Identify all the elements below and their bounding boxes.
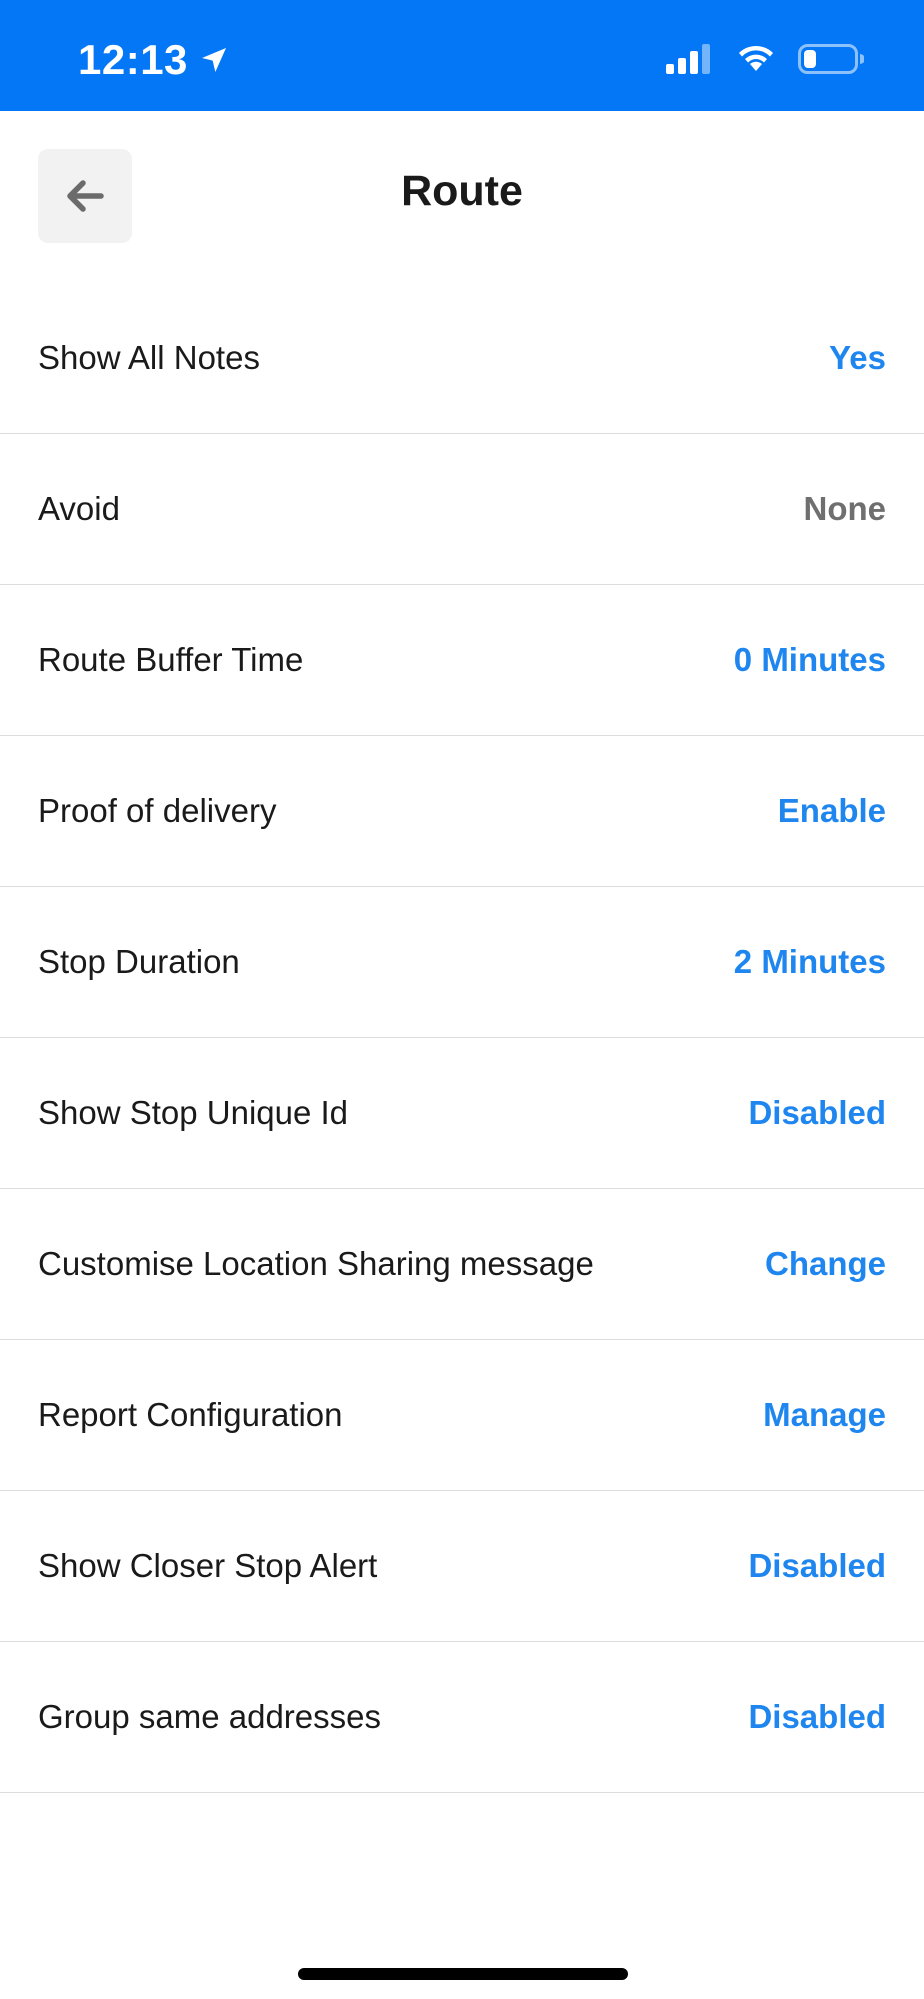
status-bar: 12:13 bbox=[0, 0, 924, 111]
setting-label: Stop Duration bbox=[38, 943, 240, 980]
setting-row-location-sharing-message[interactable]: Customise Location Sharing message Chang… bbox=[0, 1189, 924, 1340]
cellular-signal-icon bbox=[666, 44, 710, 74]
setting-label: Show Stop Unique Id bbox=[38, 1094, 349, 1131]
setting-row-report-configuration[interactable]: Report Configuration Manage bbox=[0, 1340, 924, 1491]
setting-row-show-closer-stop-alert[interactable]: Show Closer Stop Alert Disabled bbox=[0, 1491, 924, 1642]
setting-row-show-stop-unique-id[interactable]: Show Stop Unique Id Disabled bbox=[0, 1038, 924, 1189]
setting-value[interactable]: Disabled bbox=[748, 1094, 886, 1132]
setting-label: Avoid bbox=[38, 490, 120, 527]
setting-row-proof-of-delivery[interactable]: Proof of delivery Enable bbox=[0, 736, 924, 887]
status-indicators bbox=[666, 44, 864, 74]
setting-label: Route Buffer Time bbox=[38, 641, 304, 678]
page-header: Route bbox=[0, 111, 924, 283]
setting-label: Group same addresses bbox=[38, 1698, 382, 1735]
setting-value[interactable]: 0 Minutes bbox=[734, 641, 886, 679]
setting-row-stop-duration[interactable]: Stop Duration 2 Minutes bbox=[0, 887, 924, 1038]
wifi-icon bbox=[739, 45, 773, 71]
setting-label: Customise Location Sharing message bbox=[38, 1245, 594, 1282]
setting-value[interactable]: Yes bbox=[829, 339, 886, 377]
setting-value[interactable]: 2 Minutes bbox=[734, 943, 886, 981]
settings-list: Show All Notes Yes Avoid None Route Buff… bbox=[0, 283, 924, 1793]
setting-value[interactable]: Disabled bbox=[748, 1698, 886, 1736]
setting-row-route-buffer-time[interactable]: Route Buffer Time 0 Minutes bbox=[0, 585, 924, 736]
location-arrow-icon bbox=[201, 48, 226, 72]
setting-row-avoid[interactable]: Avoid None bbox=[0, 434, 924, 585]
setting-value[interactable]: None bbox=[804, 490, 887, 528]
setting-label: Show Closer Stop Alert bbox=[38, 1547, 378, 1584]
setting-label: Report Configuration bbox=[38, 1396, 343, 1433]
battery-icon bbox=[798, 44, 864, 74]
setting-value[interactable]: Change bbox=[765, 1245, 886, 1283]
setting-value[interactable]: Enable bbox=[778, 792, 886, 830]
setting-label: Show All Notes bbox=[38, 339, 260, 376]
status-time: 12:13 bbox=[78, 36, 188, 83]
setting-label: Proof of delivery bbox=[38, 792, 277, 829]
home-indicator[interactable] bbox=[298, 1968, 628, 1980]
setting-row-group-same-addresses[interactable]: Group same addresses Disabled bbox=[0, 1642, 924, 1793]
status-time-group: 12:13 bbox=[78, 36, 230, 84]
setting-row-show-all-notes[interactable]: Show All Notes Yes bbox=[0, 283, 924, 434]
setting-value[interactable]: Manage bbox=[763, 1396, 886, 1434]
page-title: Route bbox=[401, 167, 523, 215]
setting-value[interactable]: Disabled bbox=[748, 1547, 886, 1585]
